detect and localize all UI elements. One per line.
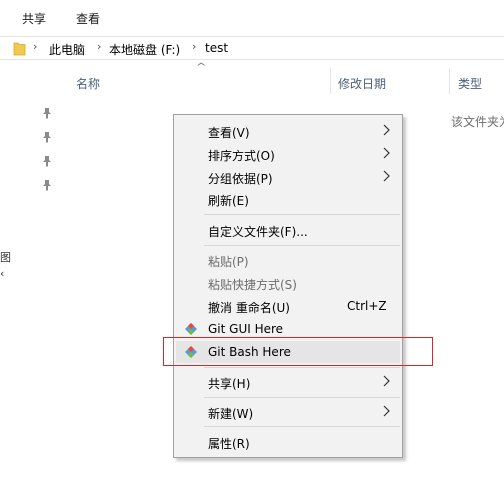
menu-item-customize-folder[interactable]: 自定义文件夹(F)... [176, 219, 400, 241]
column-header-name[interactable]: 名称 [76, 75, 100, 92]
menu-item-label: 自定义文件夹(F)... [208, 225, 308, 239]
menu-separator [204, 245, 400, 246]
annotation-highlight-box [163, 337, 433, 366]
menu-separator [204, 426, 400, 427]
breadcrumb-this-pc[interactable]: 此电脑 [49, 41, 85, 58]
menu-item-paste-shortcut[interactable]: 粘贴快捷方式(S) [176, 272, 400, 294]
breadcrumb-test[interactable]: test [205, 41, 228, 55]
ribbon: 共享 查看 [0, 0, 504, 33]
menu-item-shortcut: Ctrl+Z [347, 299, 387, 313]
breadcrumb-local-disk[interactable]: 本地磁盘 (F:) [109, 41, 180, 58]
menu-item-new[interactable]: 新建(W) [176, 401, 400, 423]
column-divider[interactable] [330, 68, 331, 94]
menu-item-label: 属性(R) [208, 437, 250, 451]
menu-separator [204, 397, 400, 398]
menu-item-refresh[interactable]: 刷新(E) [176, 188, 400, 210]
menu-item-label: 撤消 重命名(U) [208, 301, 290, 315]
sort-ascending-icon: ^ [195, 62, 207, 73]
menu-item-label: 分组依据(P) [208, 172, 273, 186]
column-divider[interactable] [449, 68, 450, 94]
menu-item-label: 排序方式(O) [208, 149, 275, 163]
context-menu: 查看(V) 排序方式(O) 分组依据(P) 刷新(E) 自定义文件夹(F)...… [173, 114, 403, 458]
menu-item-label: 粘贴(P) [208, 255, 249, 269]
chevron-right-icon [383, 375, 390, 387]
menu-item-label: 粘贴快捷方式(S) [208, 278, 297, 292]
chevron-right-icon [383, 405, 390, 417]
column-header-modified[interactable]: 修改日期 [338, 75, 386, 92]
chevron-right-icon[interactable]: › [97, 40, 101, 53]
ribbon-tab-view[interactable]: 查看 [76, 10, 100, 27]
git-icon [185, 323, 197, 335]
chevron-right-icon[interactable]: › [192, 40, 196, 53]
menu-item-label: 新建(W) [208, 407, 254, 421]
menu-separator [204, 367, 400, 368]
address-bar[interactable]: › 此电脑 › 本地磁盘 (F:) › test [0, 36, 504, 60]
menu-separator [204, 214, 400, 215]
empty-folder-text: 该文件夹为 [451, 115, 504, 129]
sidebar-fragment: ‹ [0, 267, 5, 280]
menu-item-undo-rename[interactable]: 撤消 重命名(U) Ctrl+Z [176, 295, 400, 317]
menu-item-share[interactable]: 共享(H) [176, 371, 400, 393]
menu-item-label: 刷新(E) [208, 194, 249, 208]
pin-icon[interactable] [42, 131, 52, 143]
pin-icon[interactable] [42, 107, 52, 119]
column-header-type[interactable]: 类型 [458, 75, 482, 92]
chevron-right-icon[interactable]: › [33, 40, 37, 53]
pin-icon[interactable] [42, 155, 52, 167]
sidebar-fragment: 图 [0, 251, 11, 264]
menu-item-sort[interactable]: 排序方式(O) [176, 143, 400, 165]
menu-item-label: 共享(H) [208, 377, 251, 391]
pin-icon[interactable] [42, 179, 52, 191]
folder-icon [13, 42, 26, 56]
menu-item-label: 查看(V) [208, 126, 250, 140]
chevron-right-icon [383, 147, 390, 159]
menu-item-paste[interactable]: 粘贴(P) [176, 249, 400, 271]
ribbon-tab-share[interactable]: 共享 [22, 10, 46, 27]
menu-item-view[interactable]: 查看(V) [176, 120, 400, 142]
menu-item-properties[interactable]: 属性(R) [176, 431, 400, 453]
chevron-right-icon [383, 170, 390, 182]
menu-item-group[interactable]: 分组依据(P) [176, 166, 400, 188]
chevron-right-icon [383, 124, 390, 136]
menu-item-label: Git GUI Here [208, 322, 284, 336]
